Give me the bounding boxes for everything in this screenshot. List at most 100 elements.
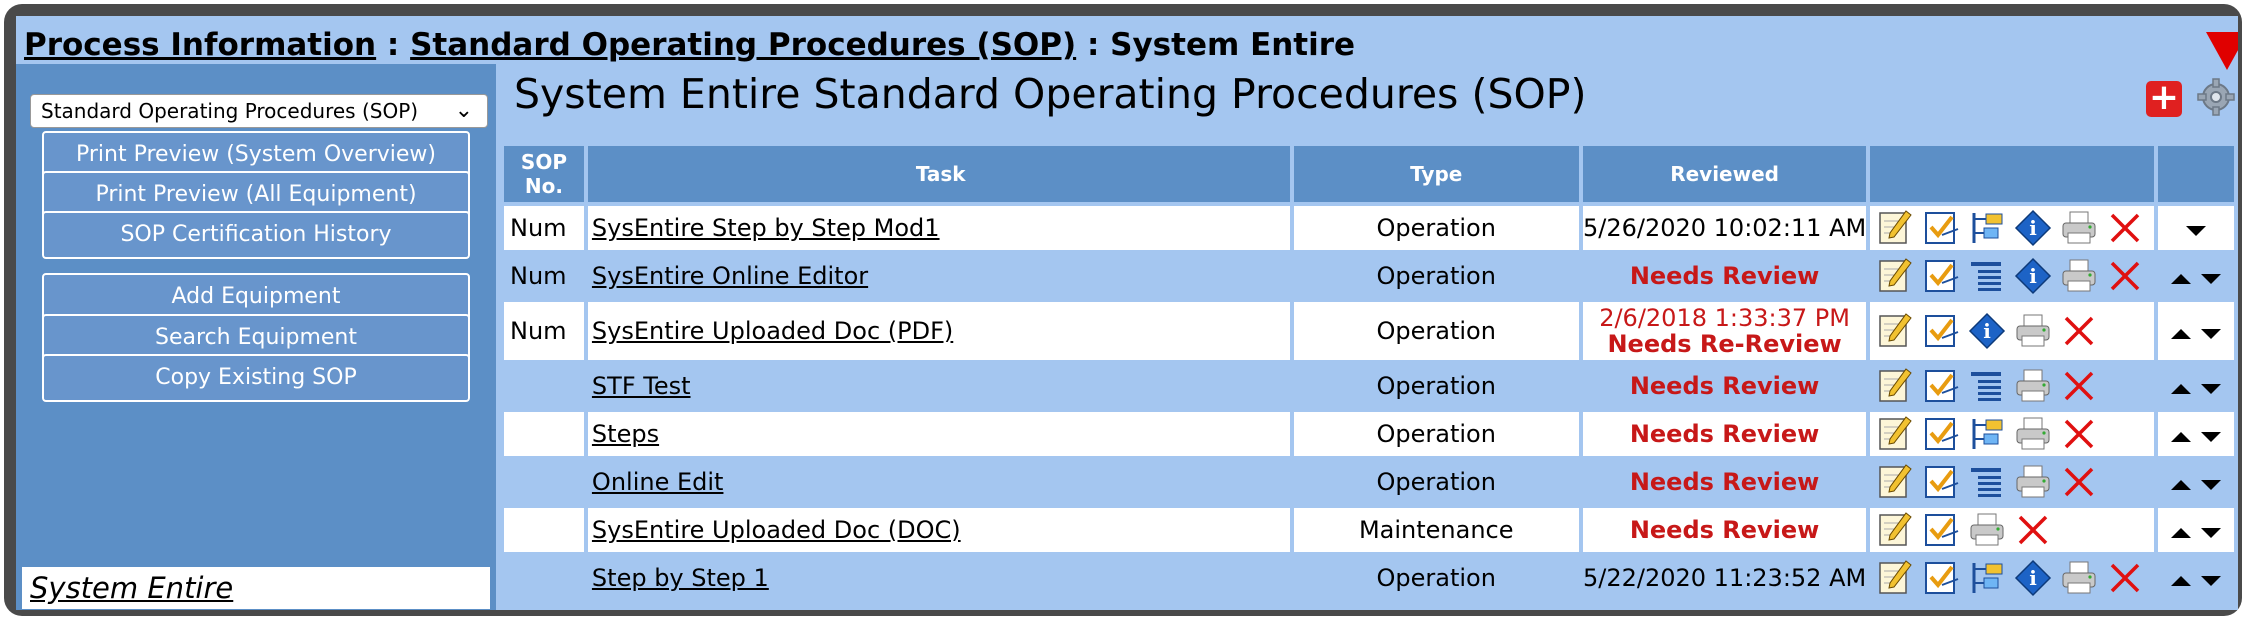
- edit-icon[interactable]: [1876, 312, 1914, 350]
- needs-review-status: Needs Review: [1629, 420, 1820, 448]
- section-select[interactable]: Standard Operating Procedures (SOP) ⌄: [30, 94, 488, 128]
- print-icon[interactable]: [2060, 209, 2098, 247]
- signoff-icon[interactable]: [1922, 463, 1960, 501]
- reviewed-cell: Needs Review: [1582, 412, 1867, 456]
- move-up-icon[interactable]: [2171, 384, 2192, 394]
- print-icon[interactable]: [2060, 559, 2098, 597]
- table-row: Num SysEntire Uploaded Doc (PDF) Operation…: [504, 302, 2234, 360]
- reviewed-cell: 2/6/2018 1:33:37 PM Needs Re-Review: [1582, 302, 1867, 360]
- task-link[interactable]: Online Edit: [592, 468, 724, 496]
- edit-icon[interactable]: [1876, 209, 1914, 247]
- delete-icon[interactable]: [2106, 209, 2144, 247]
- info-icon[interactable]: i: [2014, 209, 2052, 247]
- breadcrumb-current: System Entire: [1110, 27, 1356, 63]
- flowchart-icon[interactable]: [1968, 559, 2006, 597]
- copy-existing-sop-button[interactable]: Copy Existing SOP: [42, 354, 470, 402]
- move-up-icon[interactable]: [2171, 480, 2192, 490]
- type-cell: Operation: [1293, 412, 1579, 456]
- actions-cell: i: [1870, 254, 2155, 298]
- move-up-icon[interactable]: [2171, 274, 2192, 284]
- breadcrumb-sop[interactable]: Standard Operating Procedures (SOP): [410, 27, 1076, 63]
- signoff-icon[interactable]: [1922, 559, 1960, 597]
- delete-icon[interactable]: [2106, 559, 2144, 597]
- move-up-icon[interactable]: [2171, 432, 2192, 442]
- move-down-icon[interactable]: [2201, 274, 2222, 284]
- breadcrumb-process-information[interactable]: Process Information: [24, 27, 376, 63]
- move-down-icon[interactable]: [2201, 480, 2222, 490]
- svg-text:i: i: [2029, 216, 2037, 240]
- edit-icon[interactable]: [1876, 415, 1914, 453]
- add-sop-button[interactable]: +: [2146, 80, 2182, 117]
- print-icon[interactable]: [2060, 257, 2098, 295]
- task-cell: SysEntire Uploaded Doc (PDF): [587, 302, 1290, 360]
- task-link[interactable]: SysEntire Step by Step Mod1: [592, 214, 940, 242]
- move-up-icon[interactable]: [2171, 576, 2192, 586]
- flowchart-icon[interactable]: [1968, 415, 2006, 453]
- reviewed-cell: Needs Review: [1582, 364, 1867, 408]
- move-up-icon[interactable]: [2171, 329, 2192, 339]
- print-icon[interactable]: [1968, 511, 2006, 549]
- task-link[interactable]: STF Test: [592, 372, 691, 400]
- move-down-icon[interactable]: [2201, 528, 2222, 538]
- signoff-icon[interactable]: [1922, 511, 1960, 549]
- move-down-icon[interactable]: [2201, 329, 2222, 339]
- flowchart-icon[interactable]: [1968, 209, 2006, 247]
- print-icon[interactable]: [2014, 415, 2052, 453]
- print-icon[interactable]: [2014, 463, 2052, 501]
- needs-review-status: Needs Review: [1629, 516, 1820, 544]
- signoff-icon[interactable]: [1922, 257, 1960, 295]
- list-icon[interactable]: [1968, 463, 2006, 501]
- sop-number-cell: Num: [504, 206, 584, 250]
- task-link[interactable]: Step by Step 1: [592, 564, 769, 592]
- task-link[interactable]: SysEntire Uploaded Doc (PDF): [592, 317, 953, 345]
- header-reviewed[interactable]: Reviewed: [1582, 146, 1867, 202]
- edit-icon[interactable]: [1876, 559, 1914, 597]
- system-entire-link[interactable]: System Entire: [22, 567, 490, 609]
- header-type[interactable]: Type: [1293, 146, 1579, 202]
- list-icon[interactable]: [1968, 257, 2006, 295]
- type-cell: Operation: [1293, 364, 1579, 408]
- delete-icon[interactable]: [2060, 312, 2098, 350]
- header-task[interactable]: Task: [587, 146, 1290, 202]
- type-cell: Operation: [1293, 556, 1579, 600]
- move-up-icon[interactable]: [2171, 528, 2192, 538]
- info-icon[interactable]: i: [1968, 312, 2006, 350]
- edit-icon[interactable]: [1876, 463, 1914, 501]
- signoff-icon[interactable]: [1922, 209, 1960, 247]
- header-sop-no[interactable]: SOP No.: [504, 146, 584, 202]
- type-cell: Operation: [1293, 206, 1579, 250]
- print-icon[interactable]: [2014, 312, 2052, 350]
- signoff-icon[interactable]: [1922, 312, 1960, 350]
- signoff-icon[interactable]: [1922, 367, 1960, 405]
- task-cell: Online Edit: [587, 460, 1290, 504]
- move-down-icon[interactable]: [2201, 384, 2222, 394]
- delete-icon[interactable]: [2060, 463, 2098, 501]
- task-link[interactable]: SysEntire Uploaded Doc (DOC): [592, 516, 961, 544]
- edit-icon[interactable]: [1876, 367, 1914, 405]
- delete-icon[interactable]: [2014, 511, 2052, 549]
- delete-icon[interactable]: [2060, 367, 2098, 405]
- edit-icon[interactable]: [1876, 511, 1914, 549]
- move-down-icon[interactable]: [2186, 226, 2207, 236]
- move-down-icon[interactable]: [2201, 576, 2222, 586]
- edit-icon[interactable]: [1876, 257, 1914, 295]
- list-icon[interactable]: [1968, 367, 2006, 405]
- actions-cell: [1870, 460, 2155, 504]
- signoff-icon[interactable]: [1922, 415, 1960, 453]
- move-down-icon[interactable]: [2201, 432, 2222, 442]
- info-icon[interactable]: i: [2014, 559, 2052, 597]
- section-select-value: Standard Operating Procedures (SOP): [41, 99, 419, 123]
- table-row: SysEntire Uploaded Doc (DOC) Maintenance N…: [504, 508, 2234, 552]
- print-icon[interactable]: [2014, 367, 2052, 405]
- delete-icon[interactable]: [2060, 415, 2098, 453]
- reviewed-cell: Needs Review: [1582, 508, 1867, 552]
- sop-certification-history-button[interactable]: SOP Certification History: [42, 211, 470, 259]
- header-move: [2158, 146, 2234, 202]
- gear-icon[interactable]: [2196, 77, 2236, 117]
- sop-number-cell: [504, 508, 584, 552]
- info-icon[interactable]: i: [2014, 257, 2052, 295]
- delete-icon[interactable]: [2106, 257, 2144, 295]
- task-link[interactable]: SysEntire Online Editor: [592, 262, 868, 290]
- app-area: Process Information : Standard Operating…: [16, 16, 2238, 610]
- task-link[interactable]: Steps: [592, 420, 659, 448]
